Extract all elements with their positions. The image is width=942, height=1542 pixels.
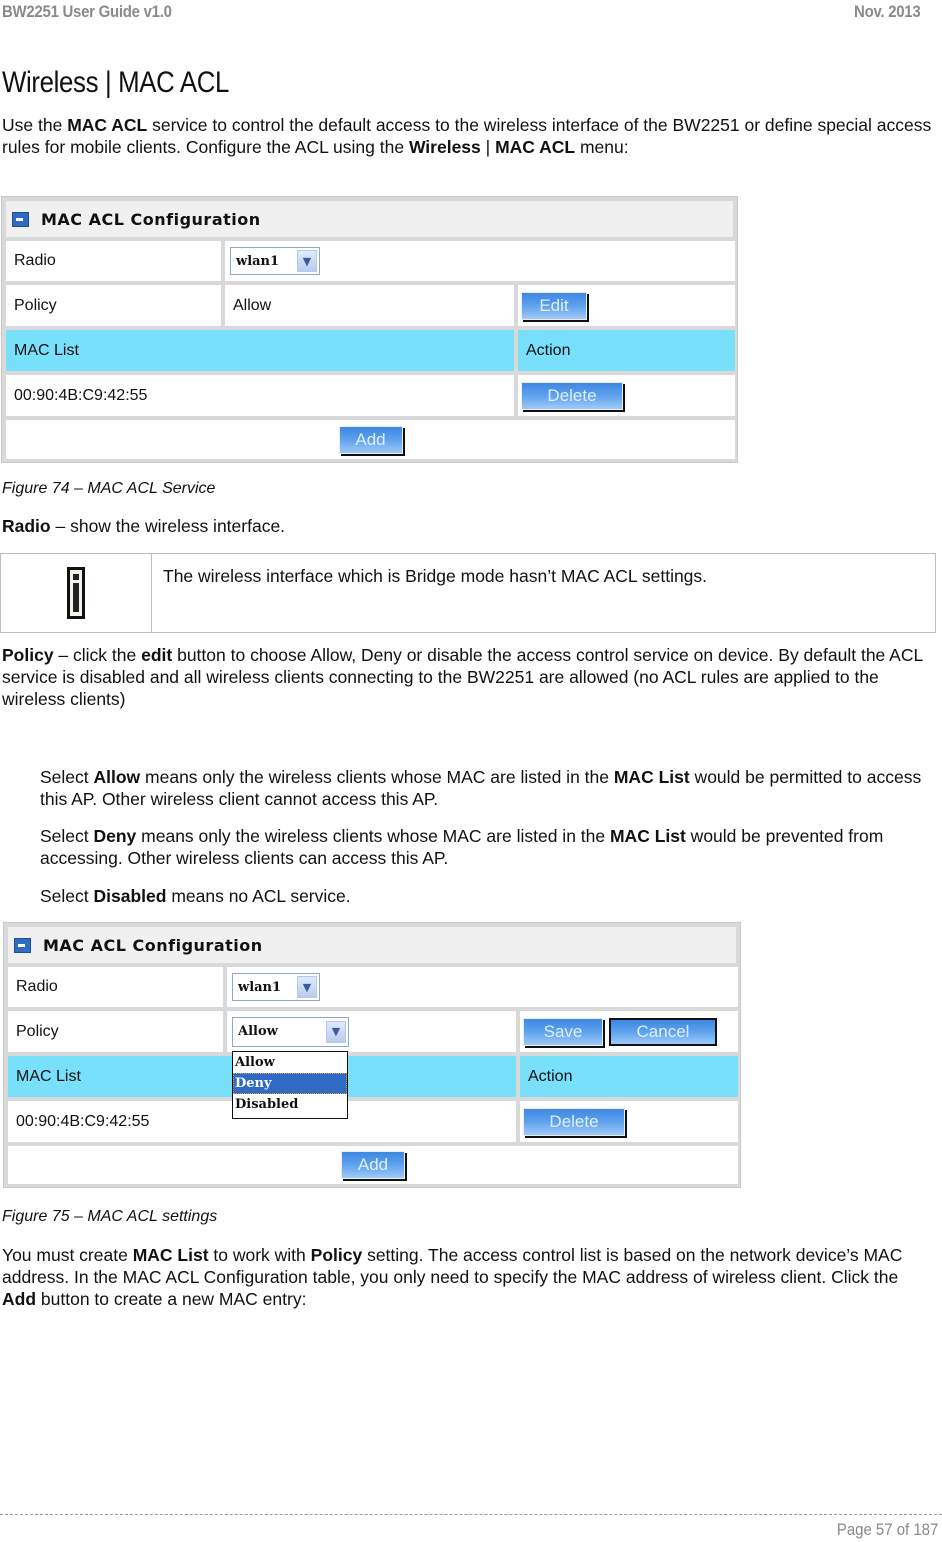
text: Select (40, 767, 94, 787)
info-icon (67, 567, 85, 619)
text: You must create (2, 1245, 133, 1265)
bold-text: Allow (93, 767, 141, 787)
option-disabled-description: Select Disabled means no ACL service. (40, 885, 930, 907)
text: means only the wireless clients whose MA… (136, 826, 610, 846)
policy-option-allow[interactable]: Allow (233, 1052, 347, 1073)
radio-select-value: wlan1 (236, 253, 280, 269)
note-box: The wireless interface which is Bridge m… (0, 553, 936, 633)
panel-header: MAC ACL Configuration (6, 201, 733, 237)
radio-label: Radio (8, 967, 223, 1007)
text: – click the (53, 645, 142, 665)
radio-select[interactable]: wlan1 ▼ (232, 973, 320, 1001)
section-title: Wireless | MAC ACL (2, 66, 230, 99)
bold-text: Policy (2, 645, 54, 665)
text: Use the (2, 115, 68, 135)
page-number: Page 57 of 187 (836, 1520, 938, 1539)
mac-acl-config-panel-fig74: MAC ACL Configuration Radio wlan1 ▼ Poli… (1, 196, 738, 463)
policy-select[interactable]: Allow ▼ (232, 1016, 349, 1047)
doc-header-title: BW2251 User Guide v1.0 (2, 2, 172, 21)
intro-paragraph: Use the MAC ACL service to control the d… (2, 114, 937, 158)
text: – show the wireless interface. (50, 516, 286, 536)
policy-option-deny[interactable]: Deny (233, 1073, 347, 1094)
footer-divider (0, 1514, 942, 1515)
mac-list-header: MAC List (6, 330, 514, 371)
chevron-down-icon[interactable]: ▼ (297, 976, 317, 998)
radio-label: Radio (6, 241, 221, 281)
text: to work with (208, 1245, 311, 1265)
text: Select (40, 886, 94, 906)
panel-title: MAC ACL Configuration (41, 209, 261, 229)
policy-dropdown-list: Allow Deny Disabled (232, 1051, 348, 1119)
cancel-button[interactable]: Cancel (609, 1017, 717, 1046)
option-allow-description: Select Allow means only the wireless cli… (40, 766, 930, 810)
policy-select-value: Allow (238, 1024, 278, 1039)
note-text: The wireless interface which is Bridge m… (163, 566, 708, 586)
text: | (480, 137, 496, 157)
radio-select-value: wlan1 (238, 979, 282, 995)
radio-select[interactable]: wlan1 ▼ (230, 247, 320, 275)
add-button[interactable]: Add (338, 425, 403, 454)
mac-acl-config-panel-fig75: MAC ACL Configuration Radio wlan1 ▼ Poli… (3, 922, 741, 1188)
bold-text: Disabled (93, 886, 167, 906)
text: button to create a new MAC entry: (36, 1289, 307, 1309)
radio-cell: wlan1 ▼ (227, 967, 738, 1007)
policy-label: Policy (6, 285, 221, 326)
mac-entry: 00:90:4B:C9:42:55 (6, 375, 514, 416)
bold-text: MAC ACL (67, 115, 148, 135)
bold-text: Deny (93, 826, 137, 846)
option-deny-description: Select Deny means only the wireless clie… (40, 825, 930, 869)
action-header: Action (518, 330, 735, 371)
radio-cell: wlan1 ▼ (225, 241, 735, 281)
doc-header-date: Nov. 2013 (853, 2, 921, 21)
mac-entry-action-cell: Delete (520, 1101, 738, 1142)
policy-action-cell: Save Cancel (520, 1011, 738, 1052)
text: Select (40, 826, 94, 846)
text: menu: (575, 137, 629, 157)
policy-value: Allow (225, 285, 514, 326)
bold-text: MAC List (132, 1245, 209, 1265)
policy-action-cell: Edit (518, 285, 735, 326)
policy-description: Policy – click the edit button to choose… (2, 644, 937, 710)
add-row: Add (6, 420, 735, 459)
radio-description: Radio – show the wireless interface. (2, 515, 937, 537)
add-button[interactable]: Add (341, 1151, 405, 1179)
closing-paragraph: You must create MAC List to work with Po… (2, 1244, 937, 1310)
bold-text: edit (141, 645, 173, 665)
bold-text: Wireless (408, 137, 481, 157)
policy-label: Policy (8, 1011, 223, 1052)
bold-text: MAC ACL (495, 137, 576, 157)
policy-select-cell: Allow ▼ (227, 1011, 516, 1052)
save-button[interactable]: Save (523, 1017, 603, 1046)
delete-button[interactable]: Delete (521, 381, 623, 410)
bold-text: MAC List (613, 767, 690, 787)
bold-text: Add (2, 1289, 37, 1309)
figure-75-caption: Figure 75 – MAC ACL settings (2, 1208, 218, 1225)
collapse-icon[interactable] (12, 211, 29, 227)
chevron-down-icon[interactable]: ▼ (326, 1020, 346, 1043)
panel-header: MAC ACL Configuration (8, 927, 736, 963)
mac-entry-action-cell: Delete (518, 375, 735, 416)
text: means only the wireless clients whose MA… (140, 767, 614, 787)
add-row: Add (8, 1146, 738, 1184)
collapse-icon[interactable] (14, 937, 31, 953)
panel-title: MAC ACL Configuration (43, 935, 263, 955)
delete-button[interactable]: Delete (523, 1107, 625, 1136)
note-icon-cell (1, 554, 152, 632)
bold-text: MAC List (609, 826, 686, 846)
text: means no ACL service. (166, 886, 351, 906)
edit-button[interactable]: Edit (521, 291, 587, 320)
bold-text: Policy (310, 1245, 363, 1265)
figure-74-caption: Figure 74 – MAC ACL Service (2, 480, 216, 497)
policy-option-disabled[interactable]: Disabled (233, 1094, 347, 1115)
bold-text: Radio (2, 516, 51, 536)
chevron-down-icon[interactable]: ▼ (297, 250, 317, 272)
action-header: Action (520, 1056, 738, 1097)
